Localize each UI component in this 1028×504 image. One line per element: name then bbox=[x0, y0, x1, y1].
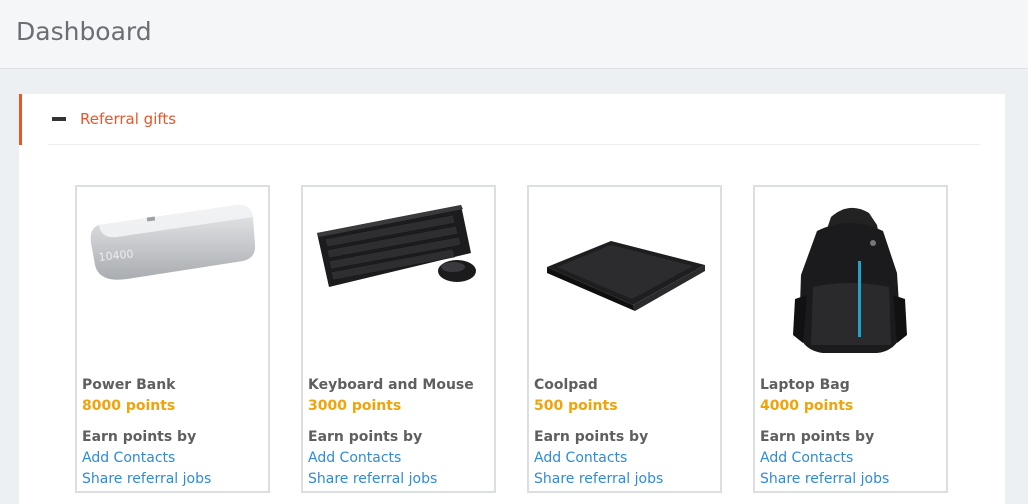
add-contacts-link[interactable]: Add Contacts bbox=[82, 448, 211, 469]
earn-points-label: Earn points by bbox=[534, 429, 649, 445]
gift-card-coolpad[interactable]: Coolpad 500 points Earn points by Add Co… bbox=[527, 185, 722, 493]
gift-name: Power Bank bbox=[82, 377, 176, 393]
gift-name: Laptop Bag bbox=[760, 377, 850, 393]
earn-points-label: Earn points by bbox=[308, 429, 423, 445]
page-title: Dashboard bbox=[16, 17, 152, 46]
coolpad-image bbox=[547, 241, 705, 311]
panel-divider bbox=[48, 144, 980, 145]
laptop-bag-image bbox=[793, 207, 907, 353]
earn-points-label: Earn points by bbox=[82, 429, 197, 445]
gift-name: Coolpad bbox=[534, 377, 598, 393]
add-contacts-link[interactable]: Add Contacts bbox=[760, 448, 889, 469]
share-referral-jobs-link[interactable]: Share referral jobs bbox=[534, 469, 663, 490]
gift-card-power-bank[interactable]: 10400 Power Bank 8000 points Earn points… bbox=[75, 185, 270, 493]
add-contacts-link[interactable]: Add Contacts bbox=[534, 448, 663, 469]
top-bar: Dashboard bbox=[0, 0, 1028, 69]
gift-points: 8000 points bbox=[82, 398, 176, 414]
gift-name: Keyboard and Mouse bbox=[308, 377, 474, 393]
gift-points: 4000 points bbox=[760, 398, 854, 414]
earn-points-label: Earn points by bbox=[760, 429, 875, 445]
power-bank-image: 10400 bbox=[90, 204, 256, 280]
share-referral-jobs-link[interactable]: Share referral jobs bbox=[82, 469, 211, 490]
share-referral-jobs-link[interactable]: Share referral jobs bbox=[760, 469, 889, 490]
gift-card-laptop-bag[interactable]: Laptop Bag 4000 points Earn points by Ad… bbox=[753, 185, 948, 493]
gift-card-keyboard-and-mouse[interactable]: Keyboard and Mouse 3000 points Earn poin… bbox=[301, 185, 496, 493]
add-contacts-link[interactable]: Add Contacts bbox=[308, 448, 474, 469]
panel-title[interactable]: Referral gifts bbox=[80, 110, 176, 128]
panel-accent-bar bbox=[19, 94, 22, 145]
keyboard-mouse-image bbox=[317, 205, 476, 287]
share-referral-jobs-link[interactable]: Share referral jobs bbox=[308, 469, 474, 490]
gift-points: 500 points bbox=[534, 398, 618, 414]
referral-gifts-panel: Referral gifts 10400 Power Bank 8000 poi… bbox=[19, 94, 1005, 504]
gift-points: 3000 points bbox=[308, 398, 402, 414]
minus-icon[interactable] bbox=[52, 117, 66, 121]
